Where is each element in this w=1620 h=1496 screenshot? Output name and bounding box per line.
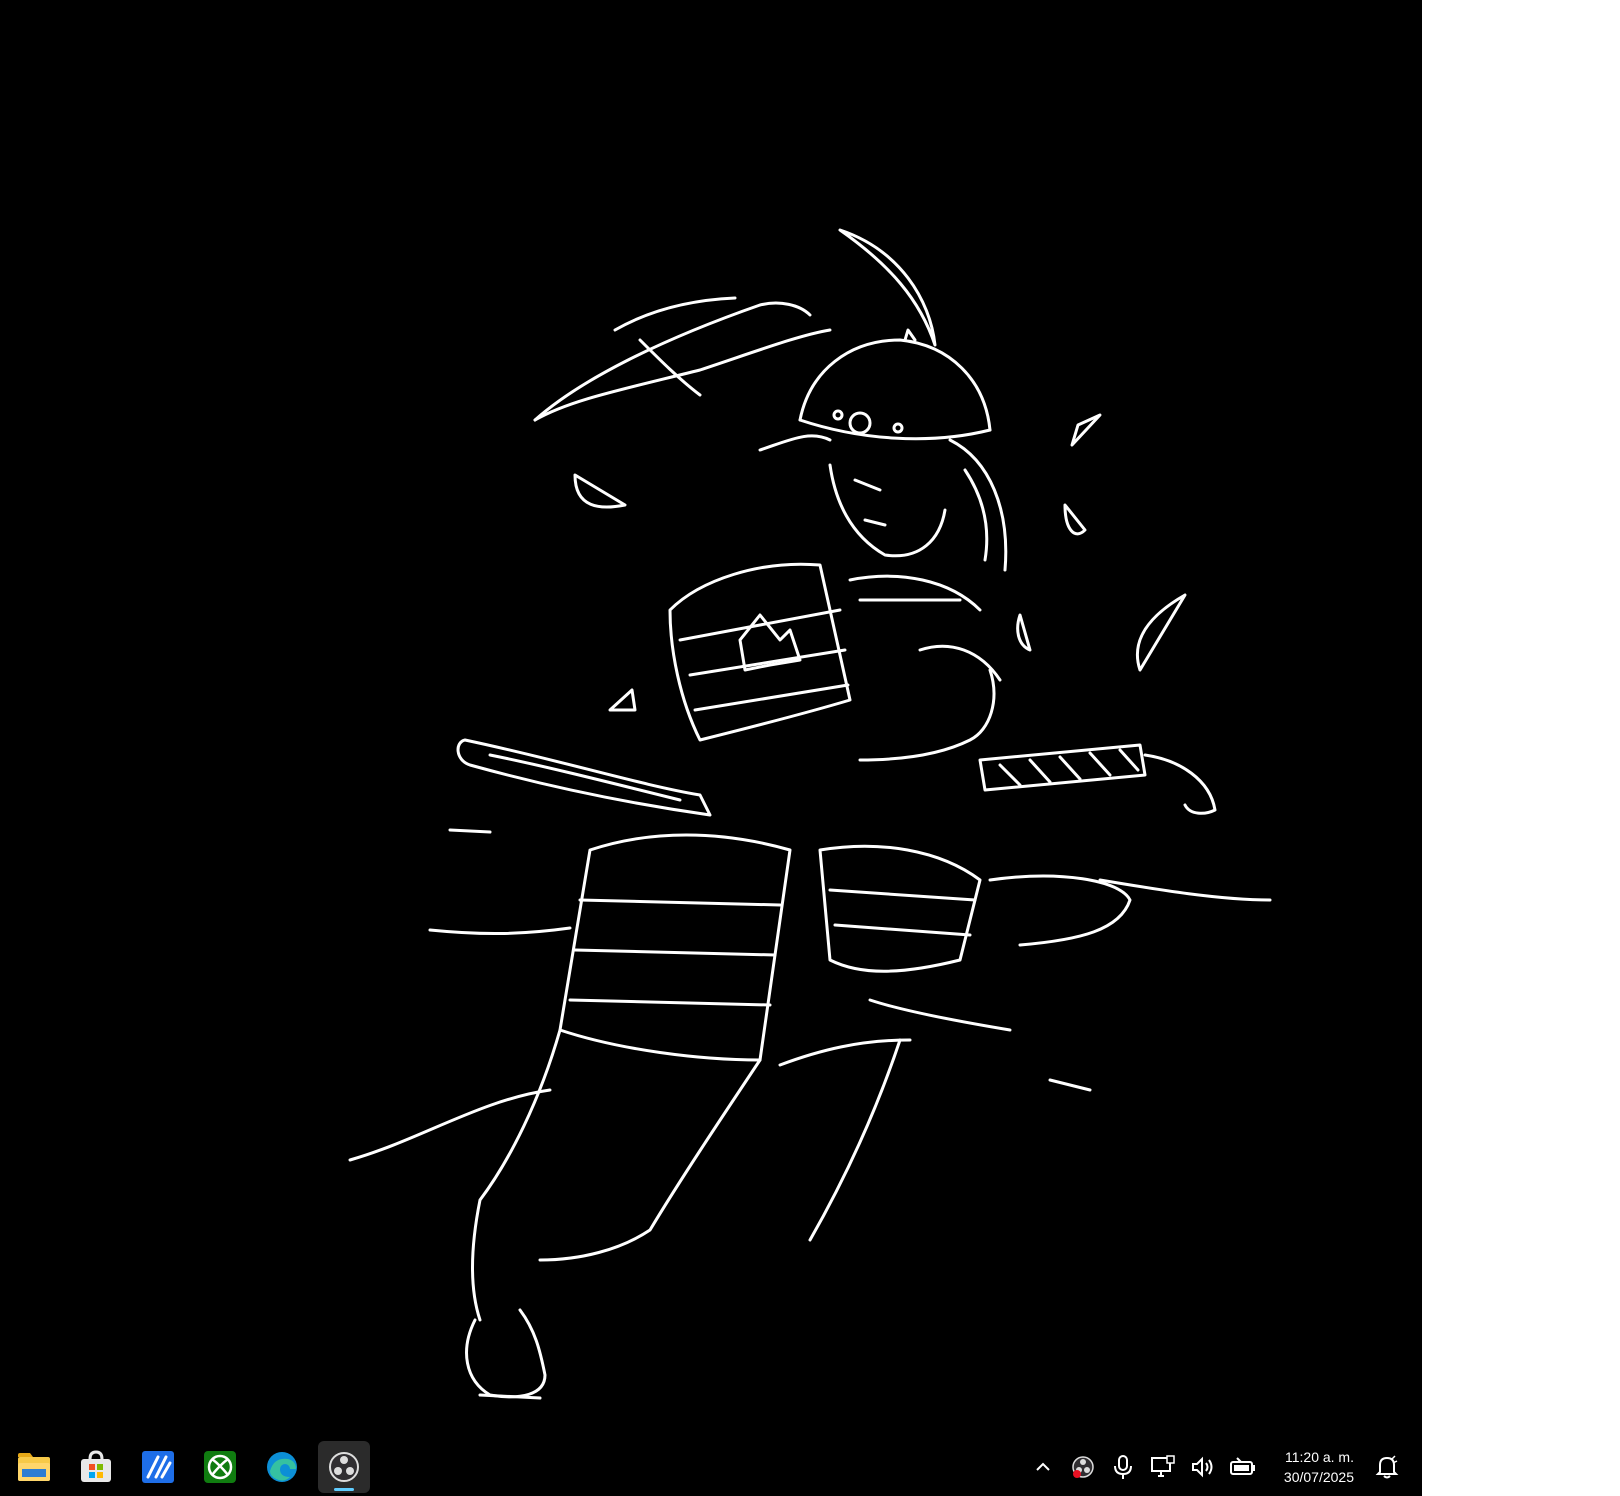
obs-tray-icon (1072, 1456, 1094, 1478)
clock-button[interactable]: 11:20 a. m. 30/07/2025 (1268, 1447, 1362, 1487)
xbox-icon (204, 1451, 236, 1483)
taskbar-obs[interactable] (318, 1441, 370, 1493)
samurai-line-art-icon (348, 228, 1272, 1400)
active-app-indicator (334, 1488, 354, 1491)
file-explorer-icon (18, 1453, 50, 1481)
desktop-screen: 11:20 a. m. 30/07/2025 (0, 0, 1422, 1496)
microphone-icon (1113, 1455, 1132, 1479)
taskbar-app-blue[interactable] (132, 1441, 184, 1493)
network-icon (1150, 1455, 1175, 1477)
clock-date: 30/07/2025 (1283, 1469, 1354, 1485)
app-blue-icon (142, 1451, 174, 1483)
tray-network[interactable] (1148, 1452, 1178, 1482)
taskbar-xbox[interactable] (194, 1441, 246, 1493)
tray-obs[interactable] (1068, 1452, 1098, 1482)
taskbar-microsoft-store[interactable] (70, 1441, 122, 1493)
microsoft-store-icon (81, 1450, 111, 1482)
notification-bell-icon (1375, 1455, 1399, 1479)
volume-icon (1191, 1456, 1213, 1478)
system-tray: 11:20 a. m. 30/07/2025 (1028, 1440, 1402, 1494)
show-hidden-icons-button[interactable] (1028, 1452, 1058, 1482)
clock-time: 11:20 a. m. (1284, 1449, 1354, 1465)
tray-microphone[interactable] (1108, 1452, 1138, 1482)
taskbar: 11:20 a. m. 30/07/2025 (0, 1436, 1422, 1496)
taskbar-file-explorer[interactable] (8, 1441, 60, 1493)
edge-icon (267, 1452, 297, 1482)
taskbar-edge[interactable] (256, 1441, 308, 1493)
obs-icon (329, 1452, 359, 1482)
notifications-button[interactable] (1372, 1452, 1402, 1482)
battery-icon (1229, 1457, 1255, 1475)
tray-volume[interactable] (1188, 1452, 1218, 1482)
chevron-up-icon (1036, 1462, 1050, 1471)
pinned-apps (8, 1440, 370, 1494)
tray-battery[interactable] (1228, 1452, 1258, 1482)
